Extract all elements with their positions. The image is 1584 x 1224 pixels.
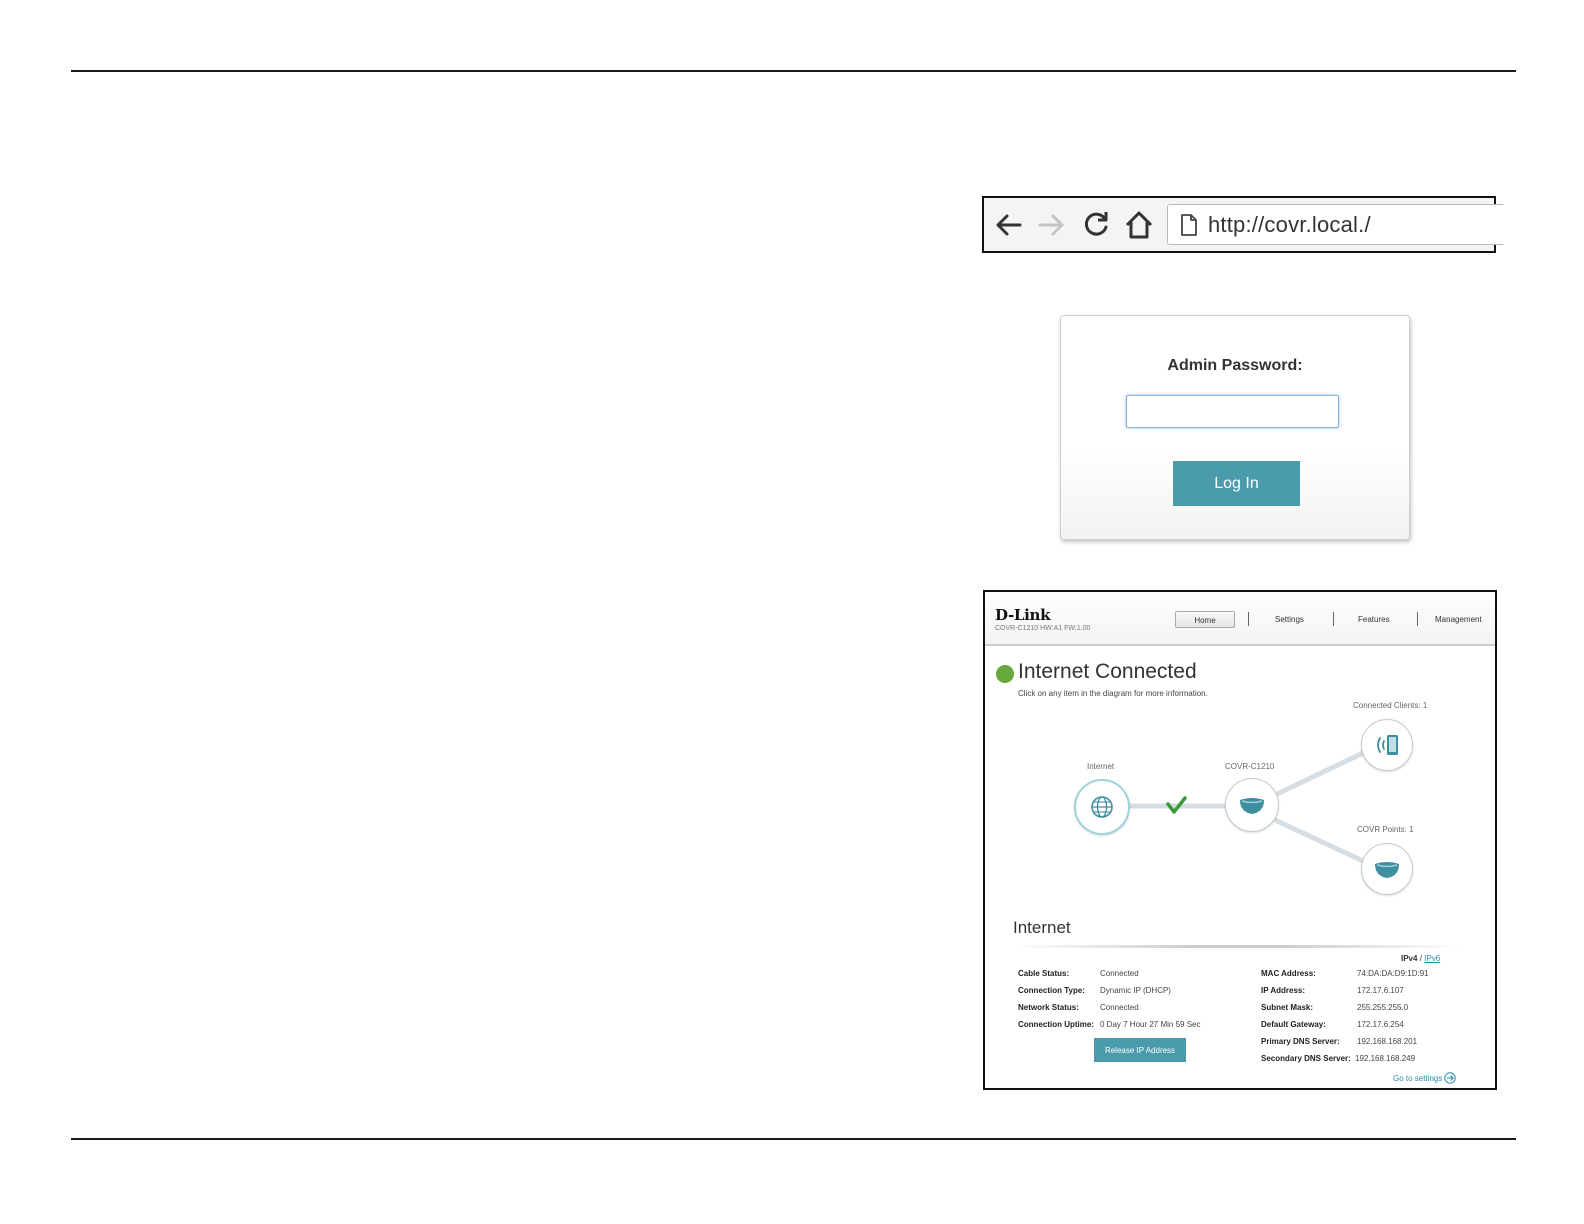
- subnet-mask-label: Subnet Mask:: [1261, 1003, 1314, 1012]
- bottom-rule: [71, 1138, 1516, 1140]
- default-gateway-value: 172.17.6.254: [1357, 1020, 1404, 1029]
- forward-arrow-icon[interactable]: [1034, 208, 1068, 242]
- admin-password-input[interactable]: [1126, 395, 1339, 428]
- covr-points-label: COVR Points: 1: [1357, 825, 1414, 834]
- covr-point-node[interactable]: [1361, 843, 1413, 895]
- ip-version-toggle: IPv4 / IPv6: [1401, 954, 1440, 963]
- page-icon: [1181, 214, 1197, 236]
- ip-address-value: 172.17.6.107: [1357, 986, 1404, 995]
- mac-address-value: 74:DA:DA:D9:1D:91: [1357, 969, 1429, 978]
- covr-point-icon: [1375, 862, 1399, 878]
- ipv6-link[interactable]: IPv6: [1424, 954, 1440, 963]
- url-text: http://covr.local./: [1208, 212, 1371, 237]
- section-divider: [1013, 945, 1463, 948]
- mac-address-label: MAC Address:: [1261, 969, 1316, 978]
- secondary-dns-value: 192.168.168.249: [1355, 1054, 1416, 1063]
- go-to-settings-label: Go to settings: [1393, 1073, 1443, 1083]
- connected-clients-node[interactable]: [1361, 719, 1413, 771]
- release-ip-button[interactable]: Release IP Address: [1094, 1038, 1186, 1062]
- address-bar[interactable]: http://covr.local./: [1167, 204, 1503, 245]
- reload-icon[interactable]: [1079, 208, 1113, 242]
- home-icon[interactable]: [1122, 208, 1156, 242]
- internet-node[interactable]: [1074, 779, 1130, 835]
- browser-toolbar: http://covr.local./: [982, 196, 1503, 253]
- primary-dns-label: Primary DNS Server:: [1261, 1037, 1340, 1046]
- network-status-label: Network Status:: [1018, 1003, 1079, 1012]
- top-rule: [71, 70, 1516, 72]
- back-arrow-icon[interactable]: [992, 208, 1026, 242]
- ip-address-label: IP Address:: [1261, 986, 1306, 995]
- internet-section-title: Internet: [1013, 918, 1071, 937]
- connection-type-label: Connection Type:: [1018, 986, 1085, 995]
- ipv4-tab[interactable]: IPv4: [1401, 954, 1417, 963]
- network-diagram-lines: [1129, 750, 1365, 864]
- subnet-mask-value: 255.255.255.0: [1357, 1003, 1409, 1012]
- connection-uptime-value: 0 Day 7 Hour 27 Min 59 Sec: [1100, 1020, 1201, 1029]
- ip-toggle-separator: /: [1419, 954, 1422, 963]
- cable-status-label: Cable Status:: [1018, 969, 1070, 978]
- admin-password-label: Admin Password:: [1167, 357, 1303, 374]
- login-panel: Admin Password: Log In: [1060, 315, 1410, 540]
- globe-icon: [1091, 796, 1113, 818]
- primary-dns-value: 192.168.168.201: [1357, 1037, 1418, 1046]
- cable-status-value: Connected: [1100, 969, 1139, 978]
- connection-uptime-label: Connection Uptime:: [1018, 1020, 1094, 1029]
- connected-clients-label: Connected Clients: 1: [1353, 701, 1428, 710]
- default-gateway-label: Default Gateway:: [1261, 1020, 1326, 1029]
- mobile-device-icon: [1377, 735, 1398, 755]
- router-label: COVR-C1210: [1225, 762, 1275, 771]
- arrow-circle-icon: [1444, 1072, 1457, 1084]
- network-status-value: Connected: [1100, 1003, 1139, 1012]
- connection-type-value: Dynamic IP (DHCP): [1100, 986, 1171, 995]
- log-in-button[interactable]: Log In: [1173, 461, 1300, 506]
- router-dashboard: D-Link COVR-C1210 HW:A1 FW:1.00 Home Set…: [983, 590, 1497, 1090]
- go-to-settings-link[interactable]: Go to settings: [1393, 1072, 1457, 1084]
- router-node[interactable]: [1225, 778, 1279, 832]
- internet-label: Internet: [1087, 762, 1115, 771]
- covr-router-icon: [1240, 798, 1264, 814]
- secondary-dns-label: Secondary DNS Server:: [1261, 1054, 1351, 1063]
